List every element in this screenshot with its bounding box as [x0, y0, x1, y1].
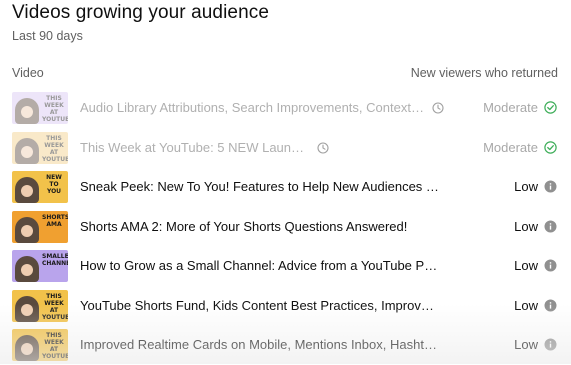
video-row[interactable]: THIS WEEK AT YOUTUBE YouTube Shorts Fund,…	[0, 286, 571, 326]
video-title[interactable]: YouTube Shorts Fund, Kids Content Best P…	[80, 298, 440, 313]
audience-growth-card: Videos growing your audience Last 90 day…	[0, 0, 571, 364]
thumbnail-text: NEW TO YOU	[46, 174, 62, 195]
thumbnail-text: THIS WEEK AT YOUTUBE	[42, 292, 68, 321]
returning-viewers-level: Low	[514, 258, 538, 273]
video-title[interactable]: How to Grow as a Small Channel: Advice f…	[80, 258, 440, 273]
video-title[interactable]: Sneak Peek: New To You! Features to Help…	[80, 179, 440, 194]
thumbnail-text: THIS WEEK AT YOUTUBE	[42, 95, 68, 123]
returning-viewers-level: Moderate	[483, 100, 538, 115]
info-icon[interactable]	[544, 338, 557, 351]
returning-viewers-level: Low	[514, 297, 538, 313]
video-title[interactable]: Improved Realtime Cards on Mobile, Menti…	[80, 337, 440, 352]
returning-viewers-level: Low	[514, 337, 538, 352]
video-row[interactable]: SHORTS AMA Shorts AMA 2: More of Your Sho…	[0, 207, 571, 247]
video-title[interactable]: Shorts AMA 2: More of Your Shorts Questi…	[80, 219, 440, 234]
returning-viewers-level: Low	[514, 218, 538, 234]
check-circle-icon	[544, 101, 557, 114]
thumbnail-text: SHORTS AMA	[42, 213, 68, 228]
clock-icon[interactable]	[432, 101, 444, 114]
video-row[interactable]: THIS WEEK AT YOUTUBE Audio Library Attrib…	[0, 88, 571, 128]
returning-viewers-level: Moderate	[483, 139, 538, 155]
video-column-header: Video	[12, 66, 44, 80]
thumbnail-text: SMALLER CHANNELS	[42, 253, 68, 267]
info-icon[interactable]	[544, 180, 557, 193]
card-title: Videos growing your audience	[12, 2, 270, 23]
info-icon[interactable]	[544, 259, 557, 272]
clock-icon[interactable]	[317, 141, 329, 154]
video-row[interactable]: THIS WEEK AT YOUTUBE This Week at YouTube…	[0, 128, 571, 168]
check-circle-icon	[544, 140, 557, 154]
video-thumbnail[interactable]: THIS WEEK AT YOUTUBE	[12, 131, 68, 164]
video-thumbnail[interactable]: SMALLER CHANNELS	[12, 250, 68, 282]
video-row[interactable]: THIS WEEK AT YOUTUBE Improved Realtime Ca…	[0, 325, 571, 365]
video-title[interactable]: Audio Library Attributions, Search Impro…	[80, 100, 424, 115]
video-title[interactable]: This Week at YouTube: 5 NEW Launches!	[80, 140, 309, 155]
video-thumbnail[interactable]: SHORTS AMA	[12, 210, 68, 243]
video-thumbnail[interactable]: NEW TO YOU	[12, 171, 68, 203]
info-icon[interactable]	[544, 299, 557, 312]
video-thumbnail[interactable]: THIS WEEK AT YOUTUBE	[12, 329, 68, 361]
returning-viewers-column-header: New viewers who returned	[410, 66, 558, 80]
thumbnail-text: THIS WEEK AT YOUTUBE	[42, 332, 68, 360]
info-icon[interactable]	[544, 220, 557, 233]
video-row[interactable]: SMALLER CHANNELS How to Grow as a Small C…	[0, 246, 571, 286]
date-range-label: Last 90 days	[12, 29, 83, 43]
video-thumbnail[interactable]: THIS WEEK AT YOUTUBE	[12, 92, 68, 124]
thumbnail-text: THIS WEEK AT YOUTUBE	[42, 134, 68, 163]
returning-viewers-level: Low	[514, 179, 538, 194]
video-row[interactable]: NEW TO YOU Sneak Peek: New To You! Featur…	[0, 167, 571, 207]
video-thumbnail[interactable]: THIS WEEK AT YOUTUBE	[12, 289, 68, 322]
video-list: THIS WEEK AT YOUTUBE Audio Library Attrib…	[0, 88, 571, 365]
